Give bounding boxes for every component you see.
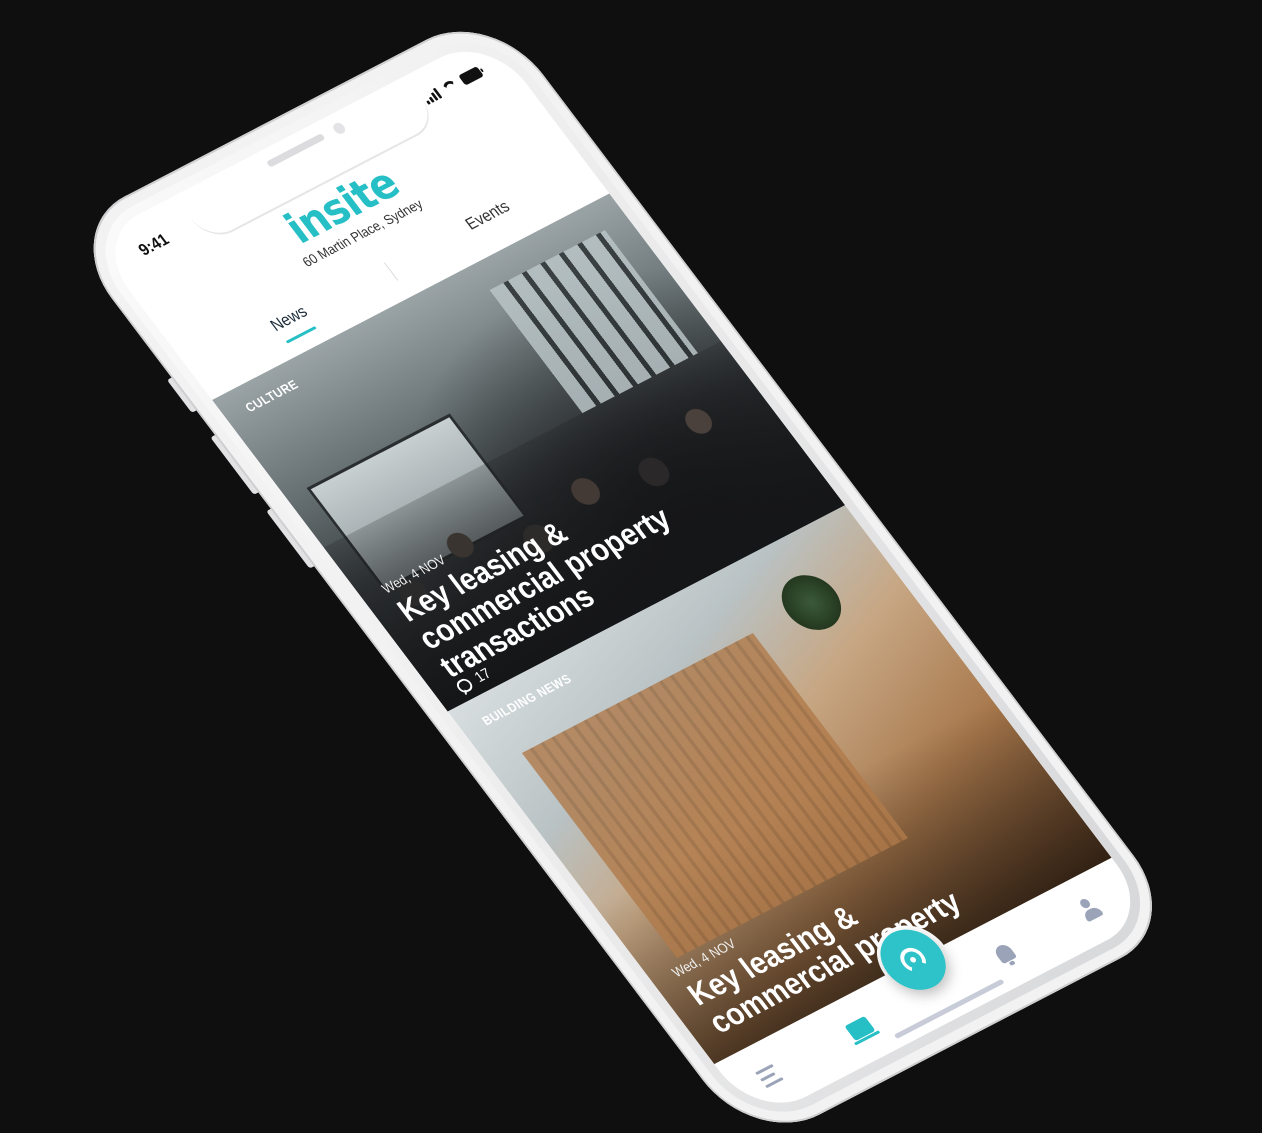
card-category: CULTURE	[242, 376, 302, 415]
home-icon	[844, 1015, 876, 1042]
beacon-icon	[895, 943, 932, 976]
bell-icon	[992, 942, 1018, 965]
speaker-grille	[265, 133, 326, 168]
status-icons	[421, 66, 485, 105]
nav-menu[interactable]	[748, 1057, 790, 1094]
stage: 9:41 insite 60 Martin Place, Sydney News	[0, 0, 1262, 1133]
phone-device: 9:41 insite 60 Martin Place, Sydney News	[60, 6, 1186, 1133]
profile-icon	[1074, 895, 1106, 923]
status-time: 9:41	[134, 230, 173, 260]
front-camera	[330, 121, 348, 136]
mute-switch	[166, 377, 197, 413]
nav-notifications[interactable]	[984, 935, 1026, 972]
nav-home[interactable]	[839, 1010, 881, 1047]
phone-screen: 9:41 insite 60 Martin Place, Sydney News	[90, 32, 1156, 1122]
battery-icon	[458, 66, 485, 86]
card-image-plant	[769, 565, 854, 640]
nav-profile[interactable]	[1069, 891, 1111, 928]
menu-icon	[754, 1063, 784, 1088]
wifi-icon	[440, 79, 460, 95]
